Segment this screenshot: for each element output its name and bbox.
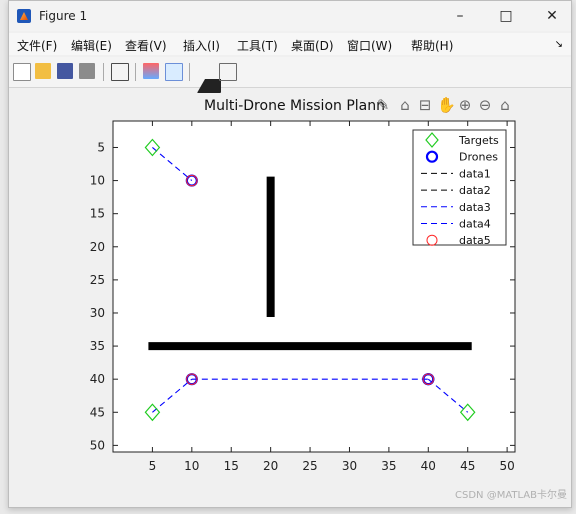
- x-tick-label: 45: [460, 459, 475, 473]
- y-tick-label: 5: [97, 140, 105, 154]
- y-tick-label: 15: [90, 207, 105, 221]
- plot-canvas: 5 10 15 20 25 30 35 40 45 50 5 10 15 20 25 30 35 40 45 50 Ta…: [90, 120, 516, 473]
- y-tick-label: 20: [90, 240, 105, 254]
- y-tick-label: 10: [90, 174, 105, 188]
- x-tick-label: 30: [342, 459, 357, 473]
- y-tick-label: 50: [90, 438, 105, 452]
- x-tick-label: 40: [421, 459, 436, 473]
- y-tick-label: 35: [90, 339, 105, 353]
- x-tick-label: 25: [302, 459, 317, 473]
- y-tick-label: 30: [90, 306, 105, 320]
- x-tick-label: 20: [263, 459, 278, 473]
- y-tick-label: 25: [90, 273, 105, 287]
- y-tick-label: 45: [90, 405, 105, 419]
- figure-window: Figure 1 – □ ✕ 文件(F) 编辑(E) 查看(V) 插入(I) 工…: [8, 0, 572, 508]
- x-tick-label: 50: [499, 459, 514, 473]
- legend-label: data3: [459, 201, 491, 214]
- legend-label: data4: [459, 218, 491, 231]
- legend-label: Drones: [459, 151, 498, 164]
- footer-watermark: CSDN @MATLAB卡尔曼: [455, 490, 567, 501]
- x-tick-label: 15: [224, 459, 239, 473]
- x-tick-label: 10: [184, 459, 199, 473]
- y-tick-label: 40: [90, 372, 105, 386]
- x-tick-label: 5: [149, 459, 157, 473]
- legend-label: data1: [459, 167, 491, 180]
- legend-label: data2: [459, 184, 491, 197]
- legend-label: data5: [459, 234, 491, 247]
- legend-label: Targets: [458, 134, 499, 147]
- x-tick-label: 35: [381, 459, 396, 473]
